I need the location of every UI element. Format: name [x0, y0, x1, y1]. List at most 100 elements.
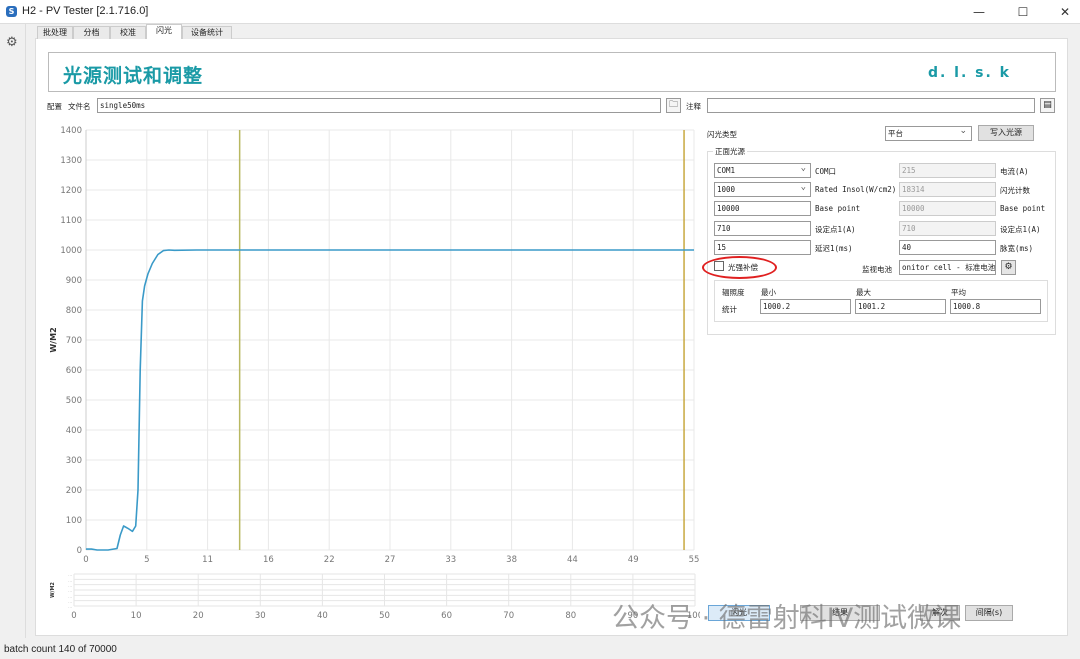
x-tick-label: 22 — [324, 555, 335, 565]
x-tick-label: 40 — [317, 611, 328, 621]
monitor-label: 监视电池 — [862, 265, 892, 274]
label-left-3: 设定点1(A) — [815, 225, 856, 234]
flash-type-select[interactable]: 平台 — [885, 126, 972, 141]
gear-icon[interactable]: ⚙ — [1001, 260, 1016, 275]
flash-type-label: 闪光类型 — [707, 130, 737, 139]
avg-label: 平均 — [951, 288, 966, 297]
x-tick-label: 30 — [255, 611, 266, 621]
y-tick-label: 600 — [66, 366, 82, 376]
field-left-1[interactable]: 1000 — [714, 182, 811, 197]
x-tick-label: 44 — [567, 555, 578, 565]
label-right-1: 闪光计数 — [1000, 186, 1030, 195]
y-tick-label: 700 — [66, 336, 82, 346]
field-left-2[interactable]: 10000 — [714, 201, 811, 216]
label-left-0: COM口 — [815, 167, 837, 176]
min-value: 1000.2 — [760, 299, 851, 314]
filename-input[interactable]: single50ms — [97, 98, 661, 113]
field-left-value: 1000 — [717, 185, 736, 194]
write-light-source-button[interactable]: 写入光源 — [978, 125, 1034, 141]
page-title: 光源测试和调整 — [63, 65, 204, 87]
max-label: 最大 — [856, 288, 871, 297]
brand-text: d. l. s. k — [927, 65, 1011, 81]
tab-calibration[interactable]: 校准 — [110, 26, 146, 39]
calendar-icon[interactable]: ▤ — [1040, 98, 1055, 113]
y-tick-label: 300 — [66, 456, 82, 466]
y-tick-label: 1000 — [60, 246, 82, 256]
close-button[interactable]: ✕ — [1050, 2, 1080, 22]
title-bar: S H2 - PV Tester [2.1.716.0] — ☐ ✕ — [0, 0, 1080, 24]
note-label: 注释 — [686, 102, 701, 111]
x-tick-label: 55 — [689, 555, 700, 565]
x-tick-label: 20 — [193, 611, 204, 621]
maximize-button[interactable]: ☐ — [1008, 2, 1038, 22]
y-tick-label: 1200 — [60, 186, 82, 196]
y-tick-label: 100 — [66, 516, 82, 526]
y-tick-label: 200 — [66, 486, 82, 496]
y-tick-label: ... — [68, 593, 72, 598]
y-tick-label: 1300 — [60, 156, 82, 166]
y-tick-label: ... — [68, 599, 72, 604]
y-tick-label: 500 — [66, 396, 82, 406]
x-tick-label: 33 — [445, 555, 456, 565]
interval-button[interactable]: 间隔(s) — [965, 605, 1013, 621]
y-tick-label: ... — [68, 604, 72, 609]
minimize-button[interactable]: — — [964, 2, 994, 22]
label-left-4: 延迟1(ms) — [815, 244, 853, 253]
y-tick-label: 400 — [66, 426, 82, 436]
y-tick-label: 1400 — [60, 126, 82, 136]
field-left-value: 10000 — [717, 204, 740, 213]
y-axis-label: W/M2 — [50, 582, 56, 598]
left-toolbar: ⚙ — [0, 24, 26, 638]
max-value: 1001.2 — [855, 299, 946, 314]
y-tick-label: 800 — [66, 306, 82, 316]
x-tick-label: 11 — [202, 555, 213, 565]
mini-chart: .....................0 10 20 30 40 50 60 70 80 90… — [50, 572, 700, 621]
irradiance-header: 辐照度 — [722, 288, 745, 297]
x-tick-label: 38 — [506, 555, 517, 565]
label-right-4: 脉宽(ms) — [1000, 244, 1034, 253]
x-tick-label: 16 — [263, 555, 274, 565]
field-right-0: 215 — [899, 163, 996, 178]
label-right-3: 设定点1(A) — [1000, 225, 1041, 234]
x-tick-label: 27 — [385, 555, 396, 565]
irradiance-chart: 0 100 200 300 400 500 600 700 800 900 1000 1100 1200… — [49, 126, 700, 565]
gear-icon[interactable]: ⚙ — [6, 35, 18, 50]
filename-label: 文件名 — [68, 102, 91, 111]
watermark: 公众号 · 德雷射科IV测试微课 — [612, 603, 962, 634]
tab-flash[interactable]: 闪光 — [146, 24, 182, 39]
y-tick-label: ... — [68, 588, 72, 593]
tab-batch[interactable]: 批处理 — [37, 26, 73, 39]
field-right-4[interactable]: 40 — [899, 240, 996, 255]
folder-open-icon[interactable]: 🗀 — [666, 98, 681, 113]
x-tick-label: 50 — [379, 611, 390, 621]
label-left-1: Rated Insol(W/cm2) — [815, 185, 897, 194]
note-input[interactable] — [707, 98, 1035, 113]
tab-device-stats[interactable]: 设备统计 — [182, 26, 232, 39]
field-left-3[interactable]: 710 — [714, 221, 811, 236]
min-label: 最小 — [761, 288, 776, 297]
label-left-2: Base point — [815, 204, 861, 213]
field-left-0[interactable]: COM1 — [714, 163, 811, 178]
y-axis-label: W/M2 — [49, 327, 58, 352]
avg-value: 1000.8 — [950, 299, 1041, 314]
x-tick-label: 49 — [628, 555, 639, 565]
field-left-value: 15 — [717, 243, 727, 252]
x-tick-label: 0 — [83, 555, 88, 565]
window-title: H2 - PV Tester [2.1.716.0] — [22, 5, 149, 17]
field-right-2: 10000 — [899, 201, 996, 216]
app-logo: S — [6, 6, 17, 17]
status-bar: batch count 140 of 70000 — [0, 640, 1080, 659]
x-tick-label: 60 — [441, 611, 452, 621]
stats-row-label: 统计 — [722, 305, 737, 314]
field-left-value: 710 — [717, 224, 731, 233]
tab-binning[interactable]: 分档 — [73, 26, 110, 39]
x-tick-label: 70 — [503, 611, 514, 621]
x-tick-label: 5 — [144, 555, 149, 565]
monitor-cell-select[interactable]: onitor cell - 标准电池 — [899, 260, 996, 275]
x-tick-label: 80 — [565, 611, 576, 621]
x-tick-label: 0 — [71, 611, 76, 621]
y-tick-label: 900 — [66, 276, 82, 286]
field-left-4[interactable]: 15 — [714, 240, 811, 255]
config-label: 配置 — [47, 102, 62, 111]
group-title: 正面光源 — [713, 146, 747, 157]
